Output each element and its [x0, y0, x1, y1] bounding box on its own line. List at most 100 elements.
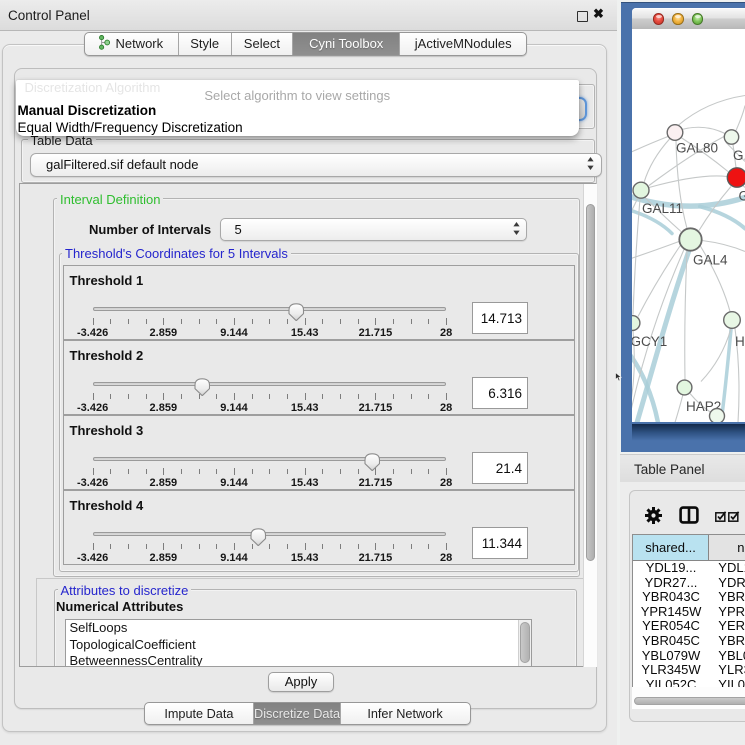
- network-edge[interactable]: [736, 105, 745, 130]
- checkbox-icon[interactable]: [715, 509, 727, 527]
- slider-minor-tick: [411, 319, 412, 324]
- tab-impute-data[interactable]: Impute Data: [145, 703, 254, 724]
- slider-track[interactable]: [93, 532, 447, 537]
- network-edge[interactable]: [632, 136, 668, 153]
- table-row[interactable]: YPR145WYPR1: [633, 604, 745, 619]
- split-columns-icon[interactable]: [679, 506, 699, 529]
- table-row[interactable]: YBR045CYBR0: [633, 633, 745, 648]
- network-edge[interactable]: [649, 175, 727, 187]
- threshold-label: Threshold 4: [70, 498, 144, 513]
- threshold-value-field[interactable]: 21.4: [472, 452, 528, 484]
- table-header-shared-name[interactable]: shared...: [633, 535, 710, 560]
- table-row[interactable]: YDR27...YDR2: [633, 575, 745, 590]
- slider-track[interactable]: [93, 307, 447, 312]
- slider-minor-tick: [340, 319, 341, 324]
- zoom-window-icon[interactable]: [692, 13, 704, 25]
- network-node[interactable]: [727, 167, 745, 186]
- slider-minor-tick: [181, 469, 182, 474]
- slider-thumb[interactable]: [364, 453, 381, 477]
- slider-tick-label: 9.144: [220, 327, 248, 339]
- checkbox-icon[interactable]: [728, 509, 740, 527]
- slider-minor-tick: [146, 394, 147, 399]
- slider-thumb[interactable]: [288, 303, 305, 327]
- attribute-list-item[interactable]: BetweennessCentrality: [66, 653, 531, 667]
- network-canvas[interactable]: GAL80G...GGAL11GAL4GCY1H...HAP2: [632, 29, 745, 423]
- table-row[interactable]: YER054CYER0: [633, 619, 745, 634]
- minimize-window-icon[interactable]: [672, 13, 684, 25]
- threshold-value-field[interactable]: 11.344: [472, 527, 528, 559]
- table-data-combobox[interactable]: galFiltered.sif default node: [30, 153, 602, 177]
- tab-label: Select: [244, 36, 280, 51]
- slider-major-tick: [305, 543, 306, 550]
- threshold-value-field[interactable]: 6.316: [472, 377, 528, 409]
- apply-button[interactable]: Apply: [268, 672, 334, 692]
- slider-tick-label: 21.715: [359, 477, 393, 489]
- list-scrollbar-thumb[interactable]: [520, 622, 530, 663]
- dropdown-item-manual-discretization[interactable]: Manual Discretization: [18, 103, 157, 118]
- network-edge[interactable]: [682, 127, 725, 133]
- attributes-group-title: Attributes to discretize: [58, 583, 192, 598]
- tab-network[interactable]: Network: [85, 33, 178, 55]
- network-edge[interactable]: [702, 240, 745, 251]
- network-window-titlebar[interactable]: [632, 8, 745, 31]
- list-scrollbar[interactable]: [518, 620, 531, 667]
- network-node[interactable]: [724, 129, 738, 143]
- float-window-icon[interactable]: [577, 11, 588, 22]
- table-hscrollbar-track[interactable]: [632, 687, 745, 709]
- close-window-icon[interactable]: [653, 13, 665, 25]
- network-node[interactable]: [667, 124, 683, 140]
- network-node[interactable]: [724, 311, 741, 328]
- slider-thumb[interactable]: [194, 378, 211, 402]
- control-panel-titlebar[interactable]: Control Panel ✖: [0, 0, 617, 31]
- dropdown-item-equal-width-frequency[interactable]: Equal Width/Frequency Discretization: [18, 120, 243, 135]
- table-hscrollbar-thumb[interactable]: [634, 697, 745, 706]
- table-panel-titlebar[interactable]: Table Panel: [620, 454, 745, 484]
- gear-icon[interactable]: [645, 507, 662, 529]
- slider-minor-tick: [358, 319, 359, 324]
- attribute-list-item[interactable]: SelfLoops: [66, 620, 531, 637]
- network-edge[interactable]: [675, 394, 683, 422]
- tab-discretize-data[interactable]: Discretize Data: [253, 703, 340, 724]
- slider-minor-tick: [181, 394, 182, 399]
- threshold-value-field[interactable]: 14.713: [472, 302, 528, 334]
- slider-thumb[interactable]: [250, 528, 267, 552]
- tab-select[interactable]: Select: [231, 33, 292, 55]
- settings-scrollbar-thumb[interactable]: [586, 204, 596, 561]
- slider-minor-tick: [358, 544, 359, 549]
- cell-shared-name: YER054C: [633, 619, 710, 634]
- network-node[interactable]: [677, 380, 692, 395]
- network-edge[interactable]: [632, 241, 679, 259]
- network-edge[interactable]: [638, 244, 681, 316]
- slider-minor-tick: [287, 469, 288, 474]
- slider-minor-tick: [269, 394, 270, 399]
- network-node[interactable]: [679, 228, 701, 250]
- slider-major-tick: [234, 468, 235, 475]
- cell-name: YDR2: [709, 575, 745, 590]
- slider-track[interactable]: [93, 382, 447, 387]
- table-row[interactable]: YBL079WYBL0: [633, 648, 745, 663]
- network-node[interactable]: [633, 182, 649, 198]
- tab-label: Infer Network: [367, 707, 442, 721]
- slider-minor-tick: [269, 469, 270, 474]
- tab-style[interactable]: Style: [178, 33, 231, 55]
- cell-shared-name: YBR045C: [633, 633, 710, 648]
- attribute-list-item[interactable]: TopologicalCoefficient: [66, 637, 531, 654]
- tab-cyni-toolbox[interactable]: Cyni Toolbox: [292, 33, 400, 55]
- number-of-intervals-combobox[interactable]: 5: [220, 218, 527, 241]
- table-header-name[interactable]: n...: [709, 535, 745, 560]
- slider-track[interactable]: [93, 457, 447, 462]
- numerical-attributes-list[interactable]: SelfLoopsTopologicalCoefficientBetweenne…: [65, 619, 532, 667]
- network-edge[interactable]: [678, 95, 745, 125]
- close-icon[interactable]: ✖: [593, 6, 604, 22]
- table-row[interactable]: YDL19...YDL1: [633, 561, 745, 576]
- tab-infer-network[interactable]: Infer Network: [340, 703, 470, 724]
- slider-tick-label: 28: [440, 477, 452, 489]
- slider-minor-tick: [428, 319, 429, 324]
- table-row[interactable]: YLR345WYLR3: [633, 662, 745, 677]
- network-node[interactable]: [632, 315, 640, 330]
- network-node[interactable]: [710, 408, 725, 422]
- tab-jactivemnodules[interactable]: jActiveMNodules: [399, 33, 526, 55]
- table-row[interactable]: YBR043CYBR0: [633, 590, 745, 605]
- slider-minor-tick: [128, 394, 129, 399]
- slider-minor-tick: [110, 319, 111, 324]
